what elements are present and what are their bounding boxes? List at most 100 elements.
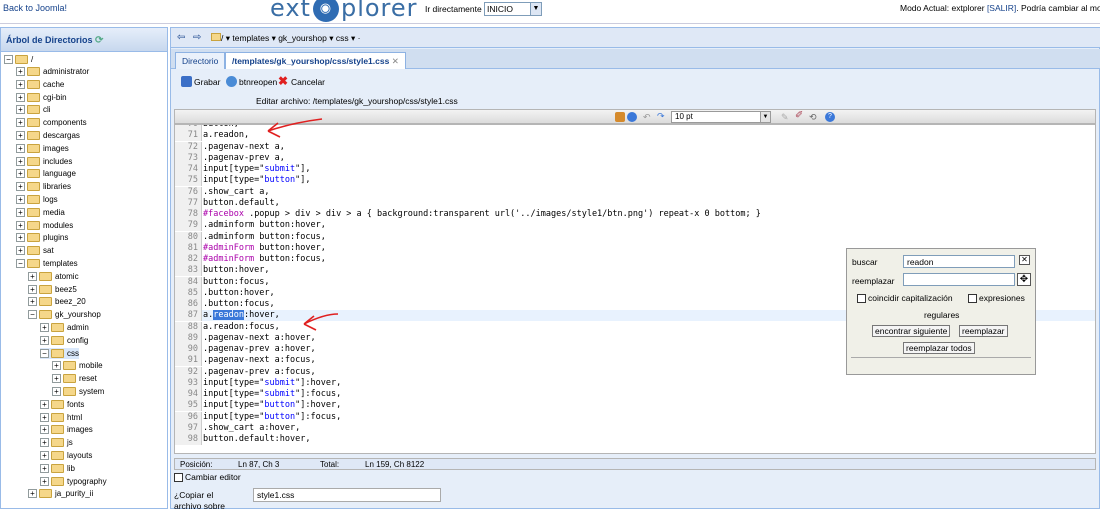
tree-item[interactable]: + ja_purity_ii [28, 488, 93, 499]
code-line[interactable]: 77 button.default, [175, 197, 1095, 209]
tree-item[interactable]: + fonts [40, 399, 84, 410]
expand-icon[interactable]: + [16, 169, 25, 179]
tree-item[interactable]: + libraries [16, 181, 71, 192]
tree-item[interactable]: + modules [16, 220, 73, 231]
find-next-button[interactable]: encontrar siguiente [872, 325, 951, 337]
code-line[interactable]: 97 .show_cart a:hover, [175, 422, 1095, 434]
tree-item[interactable]: + descargas [16, 130, 80, 141]
collapse-icon[interactable]: − [16, 259, 25, 268]
match-case-option[interactable]: coincidir capitalización [857, 293, 953, 303]
expand-icon[interactable]: + [52, 374, 61, 384]
expand-icon[interactable]: + [52, 387, 61, 396]
goto-line-icon[interactable] [627, 112, 637, 122]
collapse-icon[interactable]: − [40, 348, 49, 358]
code-line[interactable]: 76 .show_cart a, [175, 186, 1095, 198]
reset-icon[interactable]: ⟲ [809, 112, 819, 122]
expand-icon[interactable]: + [40, 412, 49, 422]
expand-icon[interactable]: + [16, 156, 25, 166]
code-line[interactable]: 95 input[type="button"]:hover, [175, 400, 1095, 412]
tree-item[interactable]: + language [16, 168, 76, 179]
tree-item[interactable]: + images [40, 424, 93, 435]
logout-link[interactable]: [SALIR] [987, 3, 1016, 13]
tree-item[interactable]: + components [16, 117, 87, 128]
forward-arrow-icon[interactable]: ⇨ [193, 32, 201, 43]
tree-item[interactable]: + administrator [16, 66, 89, 77]
expand-icon[interactable]: + [40, 399, 49, 409]
collapse-icon[interactable]: − [28, 310, 37, 320]
match-case-checkbox[interactable] [857, 293, 866, 303]
regex-checkbox[interactable] [968, 293, 977, 303]
tree-item[interactable]: + cli [16, 104, 51, 115]
code-line[interactable]: 94 input[type="submit"]:focus, [175, 389, 1095, 400]
code-line[interactable]: 75 input[type="button"], [175, 175, 1095, 187]
expand-icon[interactable]: + [40, 425, 49, 435]
code-line[interactable]: 96 input[type="button"]:focus, [175, 411, 1095, 423]
tree-item[interactable]: + media [16, 207, 65, 218]
expand-icon[interactable]: + [28, 489, 37, 499]
save-button[interactable]: Grabar [181, 76, 220, 87]
goto-select[interactable]: INICIO ▼ [484, 2, 542, 16]
expand-icon[interactable]: + [16, 67, 25, 76]
reopen-button[interactable]: btnreopen [226, 76, 277, 87]
tab-file[interactable]: /templates/gk_yourshop/css/style1.css ✕ [225, 52, 406, 69]
tree-item[interactable]: + beez_20 [28, 296, 86, 307]
tree-item[interactable]: + typography [40, 476, 107, 487]
refresh-icon[interactable]: ⟳ [95, 35, 103, 46]
tree-item[interactable]: + system [52, 386, 104, 397]
toggle-editor-checkbox[interactable] [174, 472, 183, 482]
move-icon[interactable]: ✥ [1017, 273, 1031, 286]
tree-item[interactable]: + admin [40, 322, 89, 333]
code-line[interactable]: 80 .adminform button:focus, [175, 231, 1095, 243]
replace-button[interactable]: reemplazar [959, 325, 1008, 337]
collapse-icon[interactable]: − [4, 55, 13, 64]
regex-option[interactable]: expresiones [968, 293, 1025, 303]
expand-icon[interactable]: + [16, 220, 25, 230]
search-icon[interactable] [615, 112, 625, 122]
tree-item[interactable]: + beez5 [28, 284, 77, 295]
expand-icon[interactable]: + [28, 297, 37, 307]
tree-item[interactable]: − templates [16, 258, 78, 269]
breadcrumb[interactable]: / ▾ templates ▾ gk_yourshop ▾ css ▾ · [221, 33, 360, 44]
expand-icon[interactable]: + [16, 143, 25, 153]
tree-item[interactable]: − gk_yourshop [28, 309, 101, 320]
tree-item[interactable]: + images [16, 143, 69, 154]
code-line[interactable]: 78 #facebox .popup > div > div > a { back… [175, 209, 1095, 220]
expand-icon[interactable]: + [40, 451, 49, 460]
expand-icon[interactable]: + [16, 233, 25, 243]
expand-icon[interactable]: + [16, 105, 25, 115]
font-size-select[interactable]: 10 pt ▼ [671, 111, 771, 123]
expand-icon[interactable]: + [40, 438, 49, 448]
expand-icon[interactable]: + [40, 335, 49, 345]
expand-icon[interactable]: + [40, 463, 49, 473]
tree-item[interactable]: + sat [16, 245, 54, 256]
replace-all-button[interactable]: reemplazar todos [903, 342, 975, 354]
tree-item[interactable]: + reset [52, 373, 97, 384]
expand-icon[interactable]: + [16, 79, 25, 89]
tree-item[interactable]: + cache [16, 79, 64, 90]
code-line[interactable]: 98 button.default:hover, [175, 434, 1095, 445]
toggle-editor[interactable]: Cambiar editor [174, 472, 241, 482]
tree-root[interactable]: − / [4, 54, 33, 65]
back-arrow-icon[interactable]: ⇦ [177, 32, 185, 43]
expand-icon[interactable]: + [16, 92, 25, 102]
expand-icon[interactable]: + [16, 118, 25, 128]
tree-item[interactable]: + plugins [16, 232, 68, 243]
expand-icon[interactable]: + [28, 284, 37, 294]
tree-item[interactable]: + includes [16, 156, 72, 167]
tree-item[interactable]: + layouts [40, 450, 92, 461]
expand-icon[interactable]: + [28, 271, 37, 281]
expand-icon[interactable]: + [16, 131, 25, 140]
highlight-icon[interactable]: ✎ [781, 112, 791, 122]
expand-icon[interactable]: + [40, 323, 49, 332]
code-line[interactable]: 79 .adminform button:hover, [175, 220, 1095, 232]
expand-icon[interactable]: + [16, 195, 25, 204]
tree-item[interactable]: + atomic [28, 271, 79, 282]
redo-icon[interactable]: ↷ [657, 111, 667, 121]
expand-icon[interactable]: + [52, 361, 61, 371]
replace-input[interactable] [903, 273, 1015, 286]
syntax-icon[interactable]: ✐ [795, 110, 805, 121]
copy-file-input[interactable]: style1.css [253, 488, 441, 502]
tree-item[interactable]: + mobile [52, 360, 103, 371]
expand-icon[interactable]: + [16, 182, 25, 192]
cancel-button[interactable]: ✖ Cancelar [278, 75, 325, 87]
